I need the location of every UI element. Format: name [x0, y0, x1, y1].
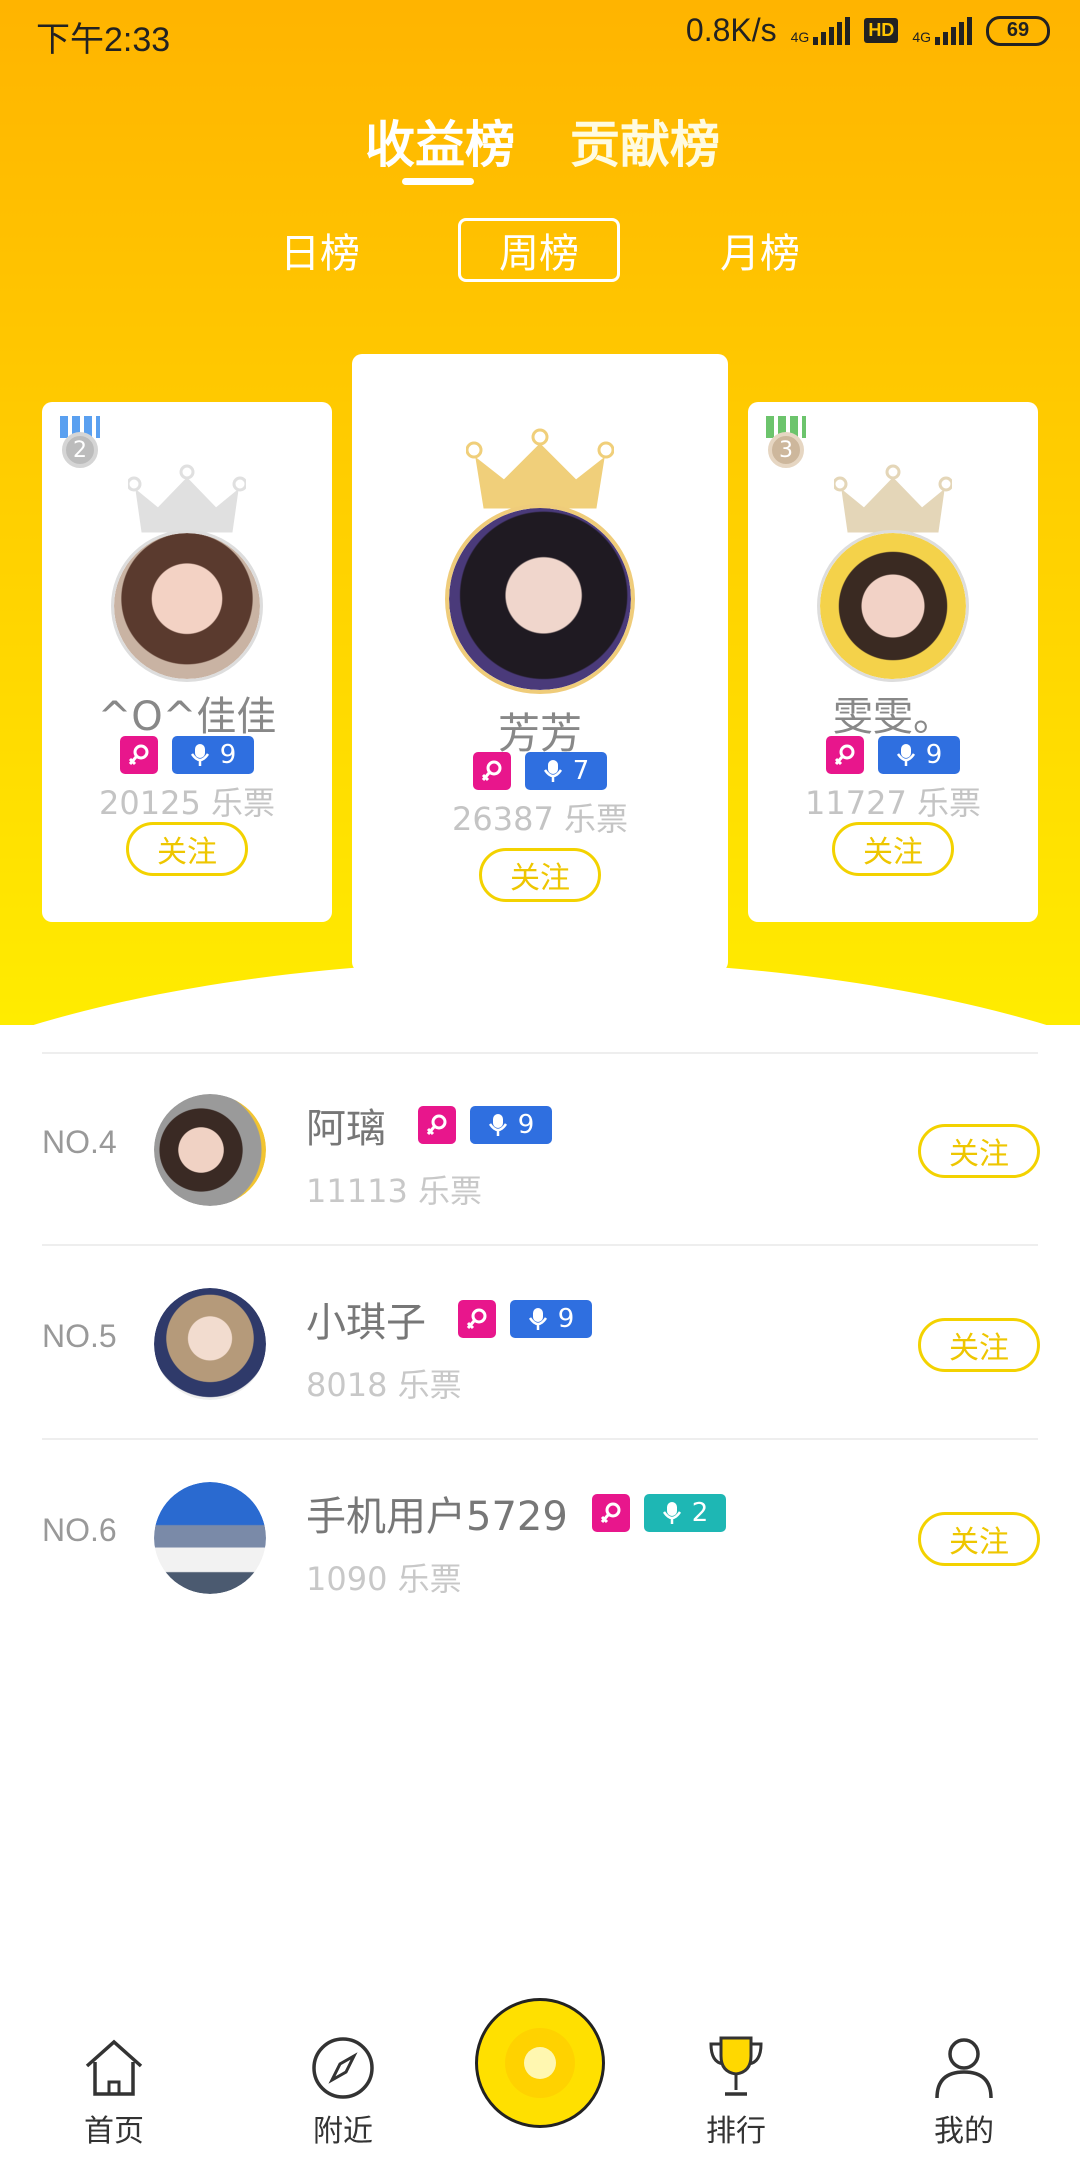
badge-group: 9	[458, 1300, 592, 1338]
female-icon	[458, 1300, 496, 1338]
microphone-icon	[543, 760, 562, 782]
podium-card-first[interactable]: 芳芳 7 26387 乐票 关注	[352, 354, 728, 972]
avatar[interactable]	[445, 504, 635, 694]
avatar[interactable]	[154, 1288, 266, 1400]
badge-group: 9	[42, 736, 332, 774]
compass-icon	[312, 2037, 374, 2099]
badge-group: 9	[748, 736, 1038, 774]
record-icon	[505, 2028, 575, 2098]
microphone-icon	[528, 1308, 547, 1330]
record-button[interactable]	[475, 1998, 605, 2128]
female-icon	[120, 736, 158, 774]
level-badge: 2	[644, 1494, 726, 1532]
signal-icon: 4G	[791, 16, 851, 45]
divider	[42, 1438, 1038, 1440]
status-bar: 下午2:33 0.8K/s 4G HD 4G 69	[0, 0, 1080, 70]
rank-label: NO.5	[42, 1318, 117, 1354]
rank-label: NO.6	[42, 1512, 117, 1548]
badge-group: 2	[592, 1494, 726, 1532]
avatar[interactable]	[154, 1094, 266, 1206]
female-icon	[592, 1494, 630, 1532]
badge-group: 9	[418, 1106, 552, 1144]
female-icon	[418, 1106, 456, 1144]
crown-icon	[128, 464, 246, 533]
nav-label: 排行	[706, 2114, 766, 2149]
list-item[interactable]: NO.5 小琪子 9 8018 乐票 关注	[0, 1248, 1080, 1438]
avatar[interactable]	[111, 530, 263, 682]
nav-profile[interactable]: 我的	[904, 2032, 1024, 2150]
list-item[interactable]: NO.4 阿璃 9 11113 乐票 关注	[0, 1054, 1080, 1244]
user-name: 阿璃	[306, 1106, 386, 1152]
follow-button[interactable]: 关注	[918, 1318, 1040, 1372]
level-badge: 9	[510, 1300, 592, 1338]
tab-weekly[interactable]: 周榜	[458, 218, 620, 282]
nav-home[interactable]: 首页	[54, 2032, 174, 2150]
crown-icon	[834, 464, 952, 533]
silver-medal-icon: 2	[60, 416, 100, 476]
podium-score: 20125 乐票	[99, 784, 275, 822]
follow-button[interactable]: 关注	[126, 822, 248, 876]
user-name: 手机用户5729	[306, 1494, 568, 1540]
level-badge: 9	[172, 736, 254, 774]
female-icon	[826, 736, 864, 774]
podium-name: 雯雯。	[833, 694, 953, 740]
home-icon	[85, 2039, 143, 2096]
status-indicators: 0.8K/s 4G HD 4G 69	[686, 12, 1050, 49]
active-tab-indicator	[402, 178, 474, 185]
follow-button[interactable]: 关注	[918, 1512, 1040, 1566]
tab-contribution-ranking[interactable]: 贡献榜	[570, 105, 720, 177]
user-score: 11113 乐票	[306, 1172, 482, 1210]
nav-ranking[interactable]: 排行	[676, 2032, 796, 2150]
bronze-medal-icon: 3	[766, 416, 806, 476]
user-icon	[935, 2038, 993, 2099]
microphone-icon	[896, 744, 915, 766]
avatar[interactable]	[817, 530, 969, 682]
avatar[interactable]	[154, 1482, 266, 1594]
divider	[42, 1244, 1038, 1246]
podium-card-third[interactable]: 3 雯雯。 9 11727 乐票 关注	[748, 402, 1038, 922]
microphone-icon	[662, 1502, 681, 1524]
user-score: 1090 乐票	[306, 1560, 462, 1598]
follow-button[interactable]: 关注	[918, 1124, 1040, 1178]
follow-button[interactable]: 关注	[832, 822, 954, 876]
microphone-icon	[488, 1114, 507, 1136]
tab-income-ranking[interactable]: 收益榜	[365, 105, 515, 177]
list-item[interactable]: NO.6 手机用户5729 2 1090 乐票 关注	[0, 1442, 1080, 1632]
tab-daily[interactable]: 日榜	[270, 218, 370, 282]
trophy-icon	[709, 2036, 763, 2096]
nav-label: 附近	[313, 2114, 373, 2149]
nav-label: 首页	[84, 2114, 144, 2149]
user-name: 小琪子	[306, 1300, 426, 1346]
podium-score: 11727 乐票	[805, 784, 981, 822]
bottom-navigation: 首页 附近 排行 我的	[0, 1990, 1080, 2160]
status-time: 下午2:33	[36, 21, 171, 59]
nav-label: 我的	[934, 2114, 994, 2149]
podium-card-second[interactable]: 2 ^O^佳佳 9 20125 乐票 关注	[42, 402, 332, 922]
network-speed: 0.8K/s	[685, 12, 777, 48]
follow-button[interactable]: 关注	[479, 848, 601, 902]
level-badge: 7	[525, 752, 607, 790]
badge-group: 7	[352, 752, 728, 790]
level-badge: 9	[878, 736, 960, 774]
microphone-icon	[190, 744, 209, 766]
nav-nearby[interactable]: 附近	[283, 2032, 403, 2150]
podium-name: ^O^佳佳	[97, 694, 277, 740]
user-score: 8018 乐票	[306, 1366, 462, 1404]
level-badge: 9	[470, 1106, 552, 1144]
rank-label: NO.4	[42, 1124, 117, 1160]
podium-score: 26387 乐票	[452, 800, 628, 838]
signal-icon: 4G	[912, 16, 972, 45]
female-icon	[473, 752, 511, 790]
battery-icon: 69	[986, 15, 1050, 46]
hd-icon: HD	[864, 18, 899, 43]
tab-monthly[interactable]: 月榜	[710, 218, 810, 282]
crown-icon	[466, 428, 614, 509]
